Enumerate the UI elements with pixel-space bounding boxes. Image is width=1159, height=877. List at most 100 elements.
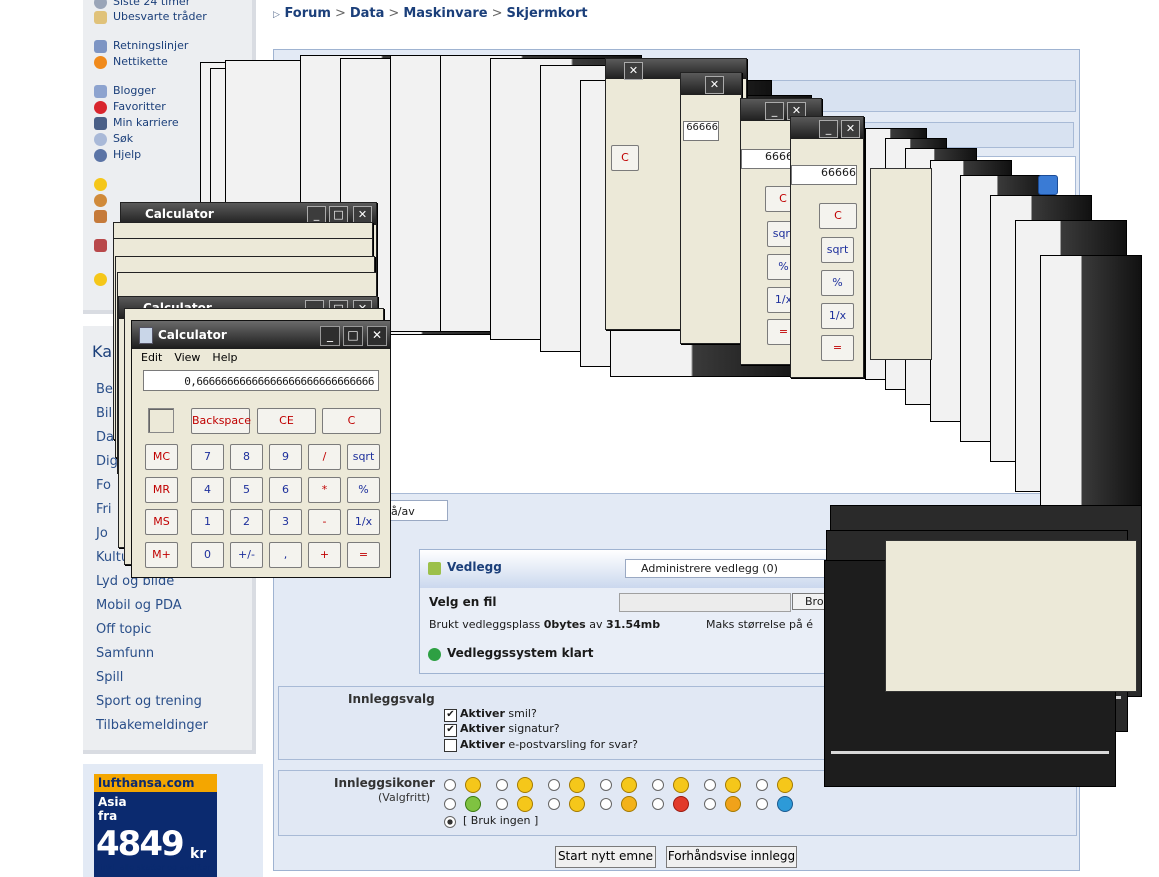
sidebar-link-blogs[interactable]: Blogger (113, 84, 156, 97)
calc-key-decimal[interactable]: , (269, 542, 302, 568)
category-link-society[interactable]: Samfunn (96, 646, 154, 661)
close-icon[interactable]: ✕ (367, 326, 387, 346)
calc-key-c[interactable]: C (819, 203, 857, 229)
calc-key-2[interactable]: 2 (230, 509, 263, 535)
toggle-field[interactable]: å/av (384, 500, 448, 521)
menu-view[interactable]: View (174, 351, 200, 364)
category-link[interactable]: Fo (96, 478, 111, 493)
calc-key-minus[interactable]: - (308, 509, 341, 535)
calc-key-plus[interactable]: + (308, 542, 341, 568)
post-icon-radio[interactable] (756, 798, 768, 810)
post-icon-none-radio[interactable] (444, 816, 456, 828)
maximize-icon[interactable]: □ (343, 326, 363, 346)
enable-email-notify-checkbox[interactable] (444, 739, 457, 752)
breadcrumb-hardware[interactable]: Maskinvare (403, 6, 487, 21)
post-icon-radio[interactable] (444, 779, 456, 791)
manage-attachments-select[interactable]: Administrere vedlegg (0) (625, 559, 845, 578)
ad-currency: kr (190, 846, 207, 862)
enable-smilies-checkbox[interactable]: ✔ (444, 709, 457, 722)
enable-signature-checkbox[interactable]: ✔ (444, 724, 457, 737)
calc-key-9[interactable]: 9 (269, 444, 302, 470)
post-icon-radio[interactable] (496, 798, 508, 810)
close-icon[interactable]: ✕ (841, 120, 860, 138)
sidebar-link-career[interactable]: Min karriere (113, 116, 179, 129)
menu-edit[interactable]: Edit (141, 351, 162, 364)
post-icon-radio[interactable] (704, 779, 716, 791)
category-link-feedback[interactable]: Tilbakemeldinger (96, 718, 208, 733)
calc-key-sqrt[interactable]: sqrt (347, 444, 380, 470)
calc-key-sqrt[interactable]: sqrt (821, 237, 854, 263)
sidebar-link-rules[interactable]: Retningslinjer (113, 39, 188, 52)
calc-key-7[interactable]: 7 (191, 444, 224, 470)
calc-key-8[interactable]: 8 (230, 444, 263, 470)
preview-post-button[interactable]: Forhåndsvise innlegg (666, 846, 797, 868)
breadcrumb-graphics-cards[interactable]: Skjermkort (507, 6, 588, 21)
calc-key-equals[interactable]: = (821, 335, 854, 361)
post-icon-radio[interactable] (548, 779, 560, 791)
refresh-icon[interactable] (1038, 175, 1058, 195)
category-link[interactable]: Be (96, 382, 113, 397)
stacked-window-face (870, 168, 932, 360)
calc-key-ms[interactable]: MS (145, 509, 178, 535)
post-icon-radio[interactable] (652, 798, 664, 810)
sidebar-link-latest[interactable]: Siste 24 timer (113, 0, 190, 8)
sidebar-link-netiquette[interactable]: Nettikette (113, 55, 168, 68)
calc-key-percent[interactable]: % (821, 270, 854, 296)
category-link-mobile[interactable]: Mobil og PDA (96, 598, 182, 613)
post-icon-radio[interactable] (756, 779, 768, 791)
window-title: Calculator (145, 207, 214, 221)
ad-banner[interactable]: lufthansa.com Asia fra 4849 kr * inkl. a… (83, 764, 263, 877)
calc-key-4[interactable]: 4 (191, 477, 224, 503)
menu-help[interactable]: Help (212, 351, 237, 364)
calc-key-reciprocal[interactable]: 1/x (821, 303, 854, 329)
calc-key-reciprocal[interactable]: 1/x (347, 509, 380, 535)
calc-key-mc[interactable]: MC (145, 444, 178, 470)
sidebar-link-unanswered[interactable]: Ubesvarte tråder (113, 10, 207, 23)
post-icon-radio[interactable] (496, 779, 508, 791)
post-icon-radio[interactable] (704, 798, 716, 810)
calc-key-1[interactable]: 1 (191, 509, 224, 535)
breadcrumb-data[interactable]: Data (350, 6, 385, 21)
file-path-input[interactable] (619, 593, 791, 612)
calc-key-backspace[interactable]: Backspace (191, 408, 251, 434)
category-link[interactable]: Jo (96, 526, 108, 541)
option-email: Aktiver e-postvarsling for svar? (460, 738, 638, 751)
category-link-games[interactable]: Spill (96, 670, 123, 685)
breadcrumb-forum[interactable]: Forum (284, 6, 331, 21)
calc-key-0[interactable]: 0 (191, 542, 224, 568)
category-link[interactable]: Da (96, 430, 114, 445)
calc-key-negate[interactable]: +/- (230, 542, 263, 568)
category-link-off-topic[interactable]: Off topic (96, 622, 151, 637)
calc-key-c[interactable]: C (611, 145, 639, 171)
breadcrumb: ▷ Forum > Data > Maskinvare > Skjermkort (273, 6, 588, 21)
calc-key-c[interactable]: C (322, 408, 381, 434)
category-link[interactable]: Fri (96, 502, 112, 517)
calc-key-ce[interactable]: CE (257, 408, 316, 434)
calc-key-multiply[interactable]: * (308, 477, 341, 503)
calc-key-3[interactable]: 3 (269, 509, 302, 535)
sidebar-link-favorites[interactable]: Favoritter (113, 100, 166, 113)
post-icon-radio[interactable] (600, 798, 612, 810)
calc-key-divide[interactable]: / (308, 444, 341, 470)
start-new-topic-button[interactable]: Start nytt emne (555, 846, 656, 868)
category-link-sport[interactable]: Sport og trening (96, 694, 202, 709)
calc-key-percent[interactable]: % (347, 477, 380, 503)
post-icon-radio[interactable] (444, 798, 456, 810)
calc-key-mplus[interactable]: M+ (145, 542, 178, 568)
calc-key-mr[interactable]: MR (145, 477, 178, 503)
category-link[interactable]: Bil (96, 406, 112, 421)
toggle-label: å/av (391, 505, 415, 518)
calc-key-equals[interactable]: = (347, 542, 380, 568)
minimize-icon[interactable]: _ (765, 102, 784, 120)
close-icon[interactable]: ✕ (705, 76, 724, 94)
minimize-icon[interactable]: _ (819, 120, 838, 138)
sidebar-link-search[interactable]: Søk (113, 132, 133, 145)
calc-key-6[interactable]: 6 (269, 477, 302, 503)
minimize-icon[interactable]: _ (320, 326, 340, 346)
close-icon[interactable]: ✕ (624, 62, 643, 80)
post-icon-radio[interactable] (652, 779, 664, 791)
sidebar-link-help[interactable]: Hjelp (113, 148, 141, 161)
post-icon-radio[interactable] (548, 798, 560, 810)
calc-key-5[interactable]: 5 (230, 477, 263, 503)
post-icon-radio[interactable] (600, 779, 612, 791)
